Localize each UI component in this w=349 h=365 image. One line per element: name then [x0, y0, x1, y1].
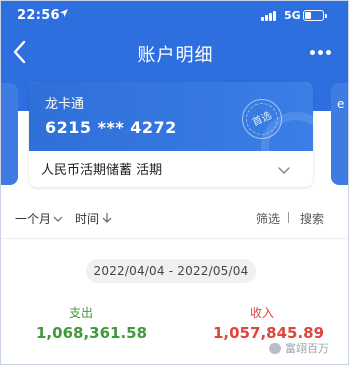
more-options-icon[interactable] — [310, 50, 332, 56]
expense-label: 支出 — [69, 306, 94, 320]
income-label: 收入 — [250, 306, 275, 320]
filter-separator — [288, 212, 289, 223]
month-filter-label: 一个月 — [15, 212, 52, 226]
page-title: 账户明细 — [137, 45, 214, 66]
filter-bar: 一个月 时间 筛选 搜索 — [1, 204, 348, 232]
account-type-label: 人民币活期储蓄 活期 — [41, 163, 163, 178]
expense-value: 1,068,361.58 — [36, 324, 148, 342]
month-filter[interactable]: 一个月 — [15, 210, 63, 227]
location-arrow-icon — [59, 7, 69, 21]
card-header: 龙卡通 6215 *** 4272 首选 — [29, 82, 313, 182]
card-number: 6215 *** 4272 — [45, 118, 177, 137]
chevron-down-icon — [53, 216, 63, 222]
preferred-stamp-icon: 首选 — [240, 97, 284, 141]
card-name: 龙卡通 — [45, 97, 85, 112]
next-card-peek-text: e — [337, 97, 345, 111]
status-bar: 22:56 5G — [1, 1, 348, 31]
watermark-text: 富翊百万 — [285, 342, 329, 355]
chevron-down-icon — [277, 161, 291, 175]
battery-icon — [303, 10, 327, 21]
signal-icon — [261, 10, 279, 21]
search-button[interactable]: 搜索 — [300, 210, 324, 227]
previous-card[interactable] — [1, 83, 18, 185]
account-details-screen: 22:56 5G 账户明细 e 龙卡通 6215 *** 4272 首选 人民币… — [0, 0, 349, 365]
next-card[interactable]: e — [331, 83, 348, 185]
screen-button[interactable]: 筛选 — [256, 210, 280, 227]
navigation-bar: 账户明细 — [1, 35, 348, 71]
network-type: 5G — [284, 9, 301, 22]
time-sort[interactable]: 时间 — [75, 210, 113, 227]
sort-down-icon — [102, 213, 112, 223]
time-sort-label: 时间 — [75, 212, 100, 226]
account-type-selector[interactable]: 人民币活期储蓄 活期 — [29, 151, 313, 187]
wechat-icon — [269, 343, 281, 354]
date-range: 2022/04/04 - 2022/05/04 — [86, 259, 256, 283]
status-time: 22:56 — [17, 8, 60, 23]
divider — [1, 238, 348, 239]
bank-card[interactable]: 龙卡通 6215 *** 4272 首选 人民币活期储蓄 活期 — [29, 82, 313, 187]
